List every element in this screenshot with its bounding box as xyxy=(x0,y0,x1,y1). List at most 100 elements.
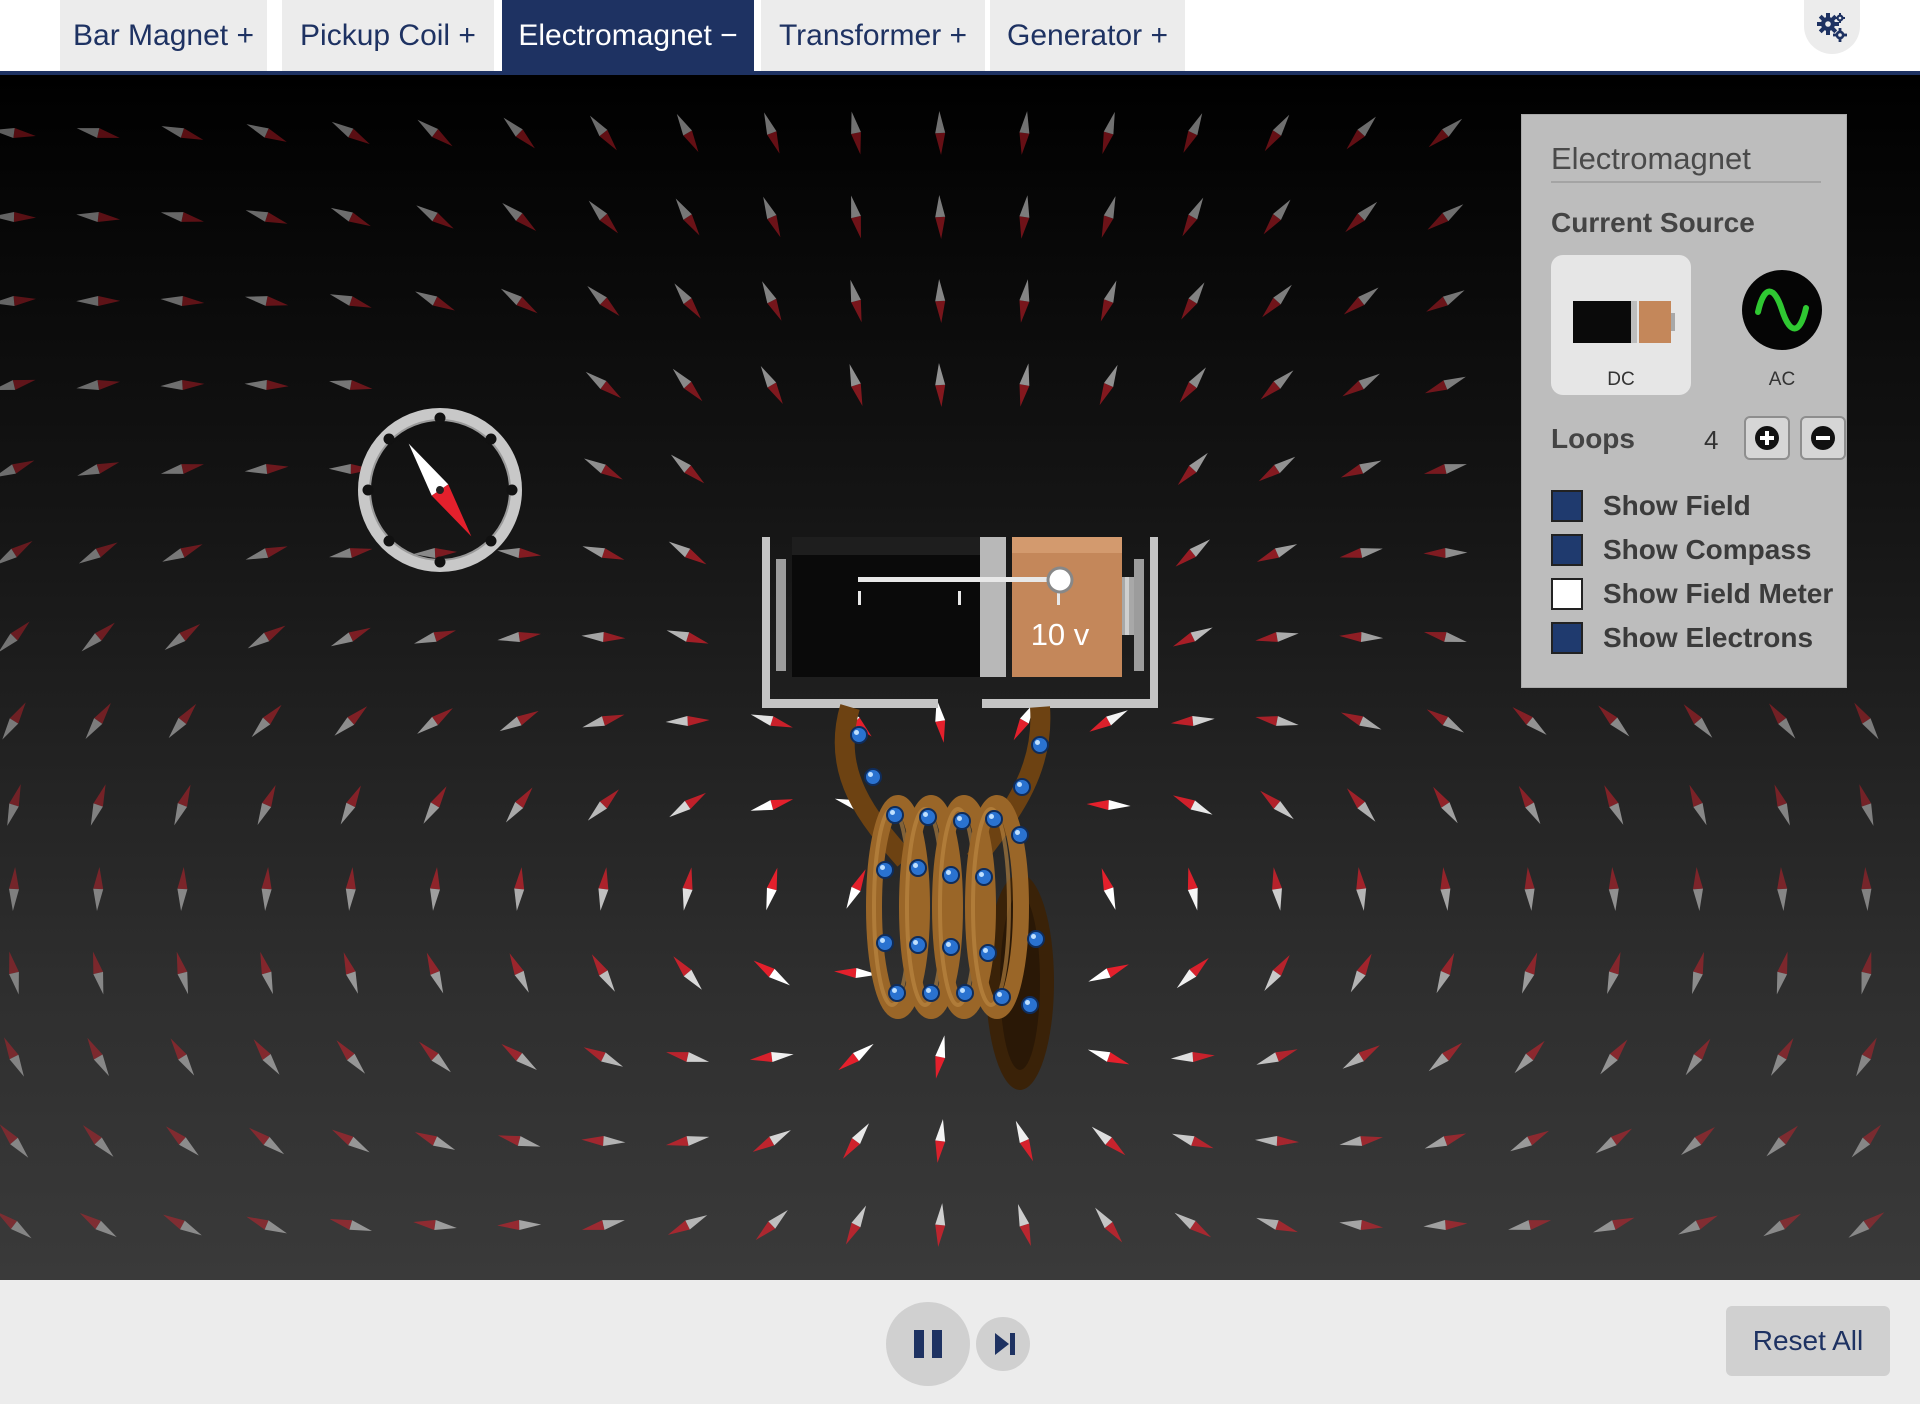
field-needle xyxy=(935,363,946,407)
field-needle xyxy=(935,195,946,239)
field-needle xyxy=(1514,1040,1545,1074)
field-needle xyxy=(1175,539,1211,567)
field-needle xyxy=(1436,952,1455,994)
field-needle xyxy=(416,205,454,229)
field-needle xyxy=(1774,784,1790,826)
field-needle xyxy=(1423,464,1467,474)
reset-all-button[interactable]: Reset All xyxy=(1726,1306,1890,1376)
field-needle xyxy=(161,126,204,140)
tab-bar: Bar Magnet + Pickup Coil + Electromagnet… xyxy=(0,0,1920,75)
field-needle xyxy=(1100,280,1117,322)
field-needle xyxy=(1182,197,1204,237)
field-needle xyxy=(1255,716,1299,726)
field-needle xyxy=(343,952,358,994)
ac-source-button[interactable]: AC xyxy=(1712,255,1852,395)
battery xyxy=(792,537,1134,677)
field-needle xyxy=(1095,1207,1123,1243)
voltage-slider-thumb[interactable] xyxy=(1046,566,1074,594)
remove-loop-button[interactable] xyxy=(1800,416,1846,460)
field-needle xyxy=(1508,1220,1552,1230)
checkbox[interactable] xyxy=(1551,578,1583,610)
battery-icon xyxy=(1573,301,1675,343)
field-needle xyxy=(1693,867,1703,911)
electron xyxy=(850,726,868,744)
field-needle xyxy=(1342,373,1381,397)
tab-bar-magnet[interactable]: Bar Magnet + xyxy=(60,0,267,71)
field-needle xyxy=(413,1220,457,1230)
field-needle xyxy=(1088,964,1129,982)
field-needle xyxy=(582,714,625,728)
settings-button[interactable] xyxy=(1804,0,1860,54)
field-needle xyxy=(1356,867,1367,911)
play-pause-button[interactable] xyxy=(886,1302,970,1386)
field-needle xyxy=(76,212,121,222)
field-needle xyxy=(340,785,361,825)
field-needle xyxy=(1428,118,1463,148)
field-needle xyxy=(1173,795,1213,815)
electron xyxy=(942,866,960,884)
electron xyxy=(942,938,960,956)
field-needle xyxy=(1258,456,1296,482)
checkbox[interactable] xyxy=(1551,622,1583,654)
field-needle xyxy=(673,956,702,990)
tab-generator[interactable]: Generator + xyxy=(990,0,1185,71)
field-needle xyxy=(935,279,946,323)
tab-electromagnet[interactable]: Electromagnet − xyxy=(502,0,754,71)
field-needle xyxy=(1423,1220,1468,1230)
field-needle xyxy=(0,460,35,478)
dc-source-button[interactable]: DC xyxy=(1551,255,1691,395)
tab-transformer[interactable]: Transformer + xyxy=(761,0,985,71)
step-forward-button[interactable] xyxy=(976,1317,1030,1371)
checkbox[interactable] xyxy=(1551,534,1583,566)
field-needle xyxy=(261,867,272,911)
field-needle xyxy=(1689,784,1707,826)
field-needle xyxy=(82,1125,114,1157)
field-needle xyxy=(1172,1133,1214,1149)
field-needle xyxy=(1848,1212,1885,1238)
field-needle xyxy=(509,953,529,993)
field-needle xyxy=(331,121,370,145)
field-needle xyxy=(176,951,189,995)
compass[interactable] xyxy=(358,408,522,572)
field-needle xyxy=(245,546,288,560)
field-needle xyxy=(1346,116,1376,150)
field-needle xyxy=(1256,544,1298,562)
field-needle xyxy=(753,960,790,986)
step-forward-icon xyxy=(995,1333,1015,1355)
field-needle xyxy=(750,799,794,811)
field-needle xyxy=(591,954,615,992)
tab-pickup-coil[interactable]: Pickup Coil + xyxy=(282,0,494,71)
field-needle xyxy=(497,1220,542,1230)
ac-wave-icon xyxy=(1742,270,1822,350)
field-needle xyxy=(249,1127,285,1155)
add-loop-button[interactable] xyxy=(1744,416,1790,460)
field-needle xyxy=(752,1130,791,1152)
electron xyxy=(1011,826,1029,844)
field-needle xyxy=(1264,955,1290,991)
field-needle xyxy=(1272,867,1282,911)
field-needle xyxy=(1256,1049,1298,1065)
field-needle xyxy=(581,1220,625,1230)
field-needle xyxy=(1177,452,1208,486)
field-needle xyxy=(1345,201,1378,233)
field-needle xyxy=(4,1037,24,1077)
field-needle xyxy=(417,119,453,147)
field-needle xyxy=(665,1136,710,1146)
field-needle xyxy=(329,548,373,558)
field-needle xyxy=(1521,952,1538,994)
field-needle xyxy=(93,951,104,995)
field-needle xyxy=(1608,867,1619,911)
field-needle xyxy=(1255,1136,1299,1146)
field-needle xyxy=(90,784,106,826)
field-needle xyxy=(1770,1038,1794,1076)
checkbox[interactable] xyxy=(1551,490,1583,522)
field-needle xyxy=(584,458,623,480)
field-needle xyxy=(750,714,793,728)
field-needle xyxy=(669,792,706,818)
field-needle xyxy=(674,283,701,319)
field-needle xyxy=(1102,111,1115,155)
electron xyxy=(1031,736,1049,754)
coil[interactable] xyxy=(834,704,1054,1090)
field-needle xyxy=(1777,867,1788,911)
electron xyxy=(975,868,993,886)
